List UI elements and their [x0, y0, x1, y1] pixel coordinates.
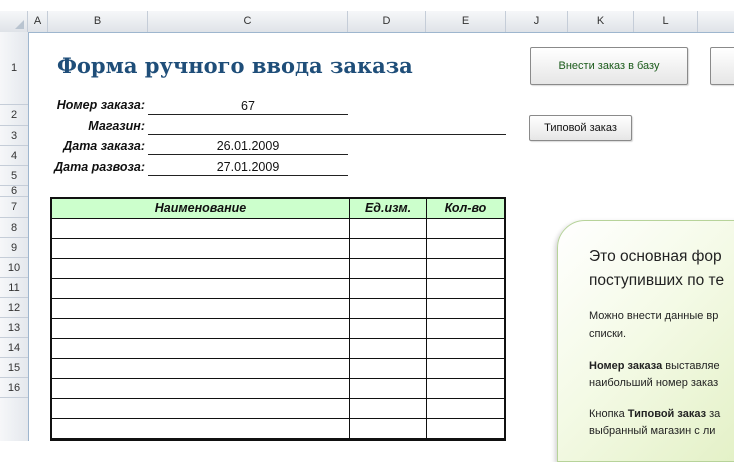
cell-name[interactable]: [52, 379, 350, 398]
cell-qty[interactable]: [427, 339, 504, 358]
row-header-10[interactable]: 10: [0, 258, 28, 278]
cell-name[interactable]: [52, 219, 350, 238]
delivery-date-value[interactable]: 27.01.2009: [148, 159, 348, 176]
cell-name[interactable]: [52, 259, 350, 278]
row-header-6[interactable]: 6: [0, 186, 28, 197]
cell-unit[interactable]: [350, 399, 427, 418]
cell-unit[interactable]: [350, 259, 427, 278]
select-all-corner[interactable]: [0, 11, 28, 32]
cell-unit[interactable]: [350, 219, 427, 238]
order-number-label: Номер заказа:: [56, 98, 145, 112]
row-header-14[interactable]: 14: [0, 338, 28, 358]
cell-unit[interactable]: [350, 299, 427, 318]
cell-name[interactable]: [52, 339, 350, 358]
cell-name[interactable]: [52, 239, 350, 258]
row-header-15[interactable]: 15: [0, 358, 28, 378]
row-header-16[interactable]: 16: [0, 378, 28, 398]
template-order-button[interactable]: Типовой заказ: [529, 115, 632, 141]
info-text-line-bold: Номер заказа выставляе: [589, 360, 720, 372]
table-row: [52, 319, 504, 339]
row-header-8[interactable]: 8: [0, 218, 28, 238]
table-row: [52, 219, 504, 239]
row-header-2[interactable]: 2: [0, 105, 28, 126]
cell-unit[interactable]: [350, 359, 427, 378]
row-header-4[interactable]: 4: [0, 146, 28, 166]
info-panel: Это основная фор поступивших по те Можно…: [557, 220, 734, 462]
cell-qty[interactable]: [427, 399, 504, 418]
column-header-k[interactable]: K: [568, 11, 634, 32]
form-title: Форма ручного ввода заказа: [57, 53, 413, 78]
order-date-label: Дата заказа:: [63, 139, 145, 153]
table-row: [52, 279, 504, 299]
column-header-d[interactable]: D: [348, 11, 426, 32]
cell-unit[interactable]: [350, 379, 427, 398]
row-header-5[interactable]: 5: [0, 166, 28, 186]
order-items-table: Наименование Ед.изм. Кол-во: [50, 197, 506, 441]
row-header-12[interactable]: 12: [0, 298, 28, 318]
table-header: Наименование Ед.изм. Кол-во: [52, 199, 504, 219]
table-row: [52, 299, 504, 319]
cell-qty[interactable]: [427, 379, 504, 398]
cell-unit[interactable]: [350, 239, 427, 258]
column-header-e[interactable]: E: [426, 11, 506, 32]
column-header-b[interactable]: B: [48, 11, 148, 32]
cell-name[interactable]: [52, 319, 350, 338]
row-header-9[interactable]: 9: [0, 238, 28, 258]
info-text-line: списки.: [589, 328, 627, 340]
info-text-line-bold: Кнопка Типовой заказ за: [589, 408, 721, 420]
header-qty: Кол-во: [444, 201, 487, 215]
select-all-triangle-icon: [15, 20, 24, 29]
table-row: [52, 359, 504, 379]
table-row: [52, 379, 504, 399]
info-text-line: наибольший номер заказ: [589, 377, 719, 389]
cell-name[interactable]: [52, 399, 350, 418]
column-header-c[interactable]: C: [148, 11, 348, 32]
row-header-3[interactable]: 3: [0, 126, 28, 146]
delivery-date-label: Дата развоза:: [54, 160, 145, 174]
cell-qty[interactable]: [427, 279, 504, 298]
submit-order-button[interactable]: Внести заказ в базу: [530, 47, 688, 85]
cell-name[interactable]: [52, 419, 350, 438]
store-label: Магазин:: [88, 119, 145, 133]
cell-qty[interactable]: [427, 359, 504, 378]
header-name: Наименование: [52, 199, 350, 218]
row-header-13[interactable]: 13: [0, 318, 28, 338]
row-header-7[interactable]: 7: [0, 197, 28, 218]
cell-unit[interactable]: [350, 339, 427, 358]
order-number-value[interactable]: 67: [148, 98, 348, 115]
order-date-value[interactable]: 26.01.2009: [148, 138, 348, 155]
table-row: [52, 239, 504, 259]
cell-qty[interactable]: [427, 219, 504, 238]
column-header-j[interactable]: J: [506, 11, 568, 32]
info-heading-line-2: поступивших по те: [589, 272, 725, 289]
info-text-line: Можно внести данные вр: [589, 310, 719, 322]
cell-name[interactable]: [52, 299, 350, 318]
cell-unit[interactable]: [350, 419, 427, 438]
cell-name[interactable]: [52, 359, 350, 378]
store-value[interactable]: [148, 118, 506, 135]
table-row: [52, 339, 504, 359]
cell-qty[interactable]: [427, 319, 504, 338]
row-header-bar: 1 2 3 4 5 6 7 8 9 10 11 12 13 14 15 16: [0, 32, 29, 441]
column-header-a[interactable]: A: [28, 11, 48, 32]
cell-unit[interactable]: [350, 319, 427, 338]
cell-qty[interactable]: [427, 419, 504, 438]
cell-unit[interactable]: [350, 279, 427, 298]
info-text-line: выбранный магазин с ли: [589, 425, 716, 437]
cell-name[interactable]: [52, 279, 350, 298]
column-header-bar: A B C D E J K L: [0, 11, 734, 33]
cell-qty[interactable]: [427, 239, 504, 258]
table-row: [52, 399, 504, 419]
row-header-11[interactable]: 11: [0, 278, 28, 298]
row-header-1[interactable]: 1: [0, 32, 28, 105]
table-row: [52, 419, 504, 439]
partial-button[interactable]: [710, 47, 734, 85]
info-heading-line-1: Это основная фор: [589, 248, 722, 265]
table-row: [52, 259, 504, 279]
column-header-l[interactable]: L: [634, 11, 698, 32]
cell-qty[interactable]: [427, 299, 504, 318]
header-unit: Ед.изм.: [350, 199, 427, 218]
cell-qty[interactable]: [427, 259, 504, 278]
